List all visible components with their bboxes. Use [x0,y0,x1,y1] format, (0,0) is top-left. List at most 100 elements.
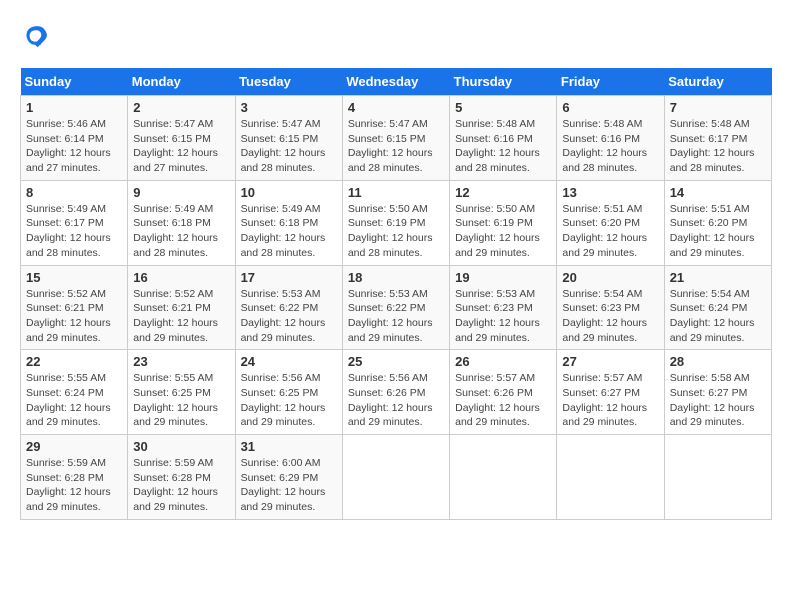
day-number: 12 [455,185,551,200]
day-number: 7 [670,100,766,115]
calendar-cell [664,435,771,520]
day-number: 24 [241,354,337,369]
day-number: 14 [670,185,766,200]
day-detail: Sunrise: 5:56 AMSunset: 6:25 PMDaylight:… [241,372,326,428]
day-detail: Sunrise: 5:52 AMSunset: 6:21 PMDaylight:… [133,288,218,344]
calendar-cell: 6 Sunrise: 5:48 AMSunset: 6:16 PMDayligh… [557,96,664,181]
calendar-cell: 7 Sunrise: 5:48 AMSunset: 6:17 PMDayligh… [664,96,771,181]
day-detail: Sunrise: 5:59 AMSunset: 6:28 PMDaylight:… [133,457,218,513]
calendar-cell: 16 Sunrise: 5:52 AMSunset: 6:21 PMDaylig… [128,265,235,350]
page-header [20,20,772,52]
calendar-cell: 10 Sunrise: 5:49 AMSunset: 6:18 PMDaylig… [235,180,342,265]
day-detail: Sunrise: 5:54 AMSunset: 6:24 PMDaylight:… [670,288,755,344]
day-detail: Sunrise: 5:48 AMSunset: 6:17 PMDaylight:… [670,118,755,174]
calendar-cell: 23 Sunrise: 5:55 AMSunset: 6:25 PMDaylig… [128,350,235,435]
day-detail: Sunrise: 5:47 AMSunset: 6:15 PMDaylight:… [133,118,218,174]
calendar-header-row: SundayMondayTuesdayWednesdayThursdayFrid… [21,68,772,96]
calendar-week-row: 8 Sunrise: 5:49 AMSunset: 6:17 PMDayligh… [21,180,772,265]
calendar-cell: 2 Sunrise: 5:47 AMSunset: 6:15 PMDayligh… [128,96,235,181]
day-number: 11 [348,185,444,200]
day-detail: Sunrise: 5:48 AMSunset: 6:16 PMDaylight:… [455,118,540,174]
day-detail: Sunrise: 5:49 AMSunset: 6:18 PMDaylight:… [241,203,326,259]
calendar-cell: 9 Sunrise: 5:49 AMSunset: 6:18 PMDayligh… [128,180,235,265]
day-detail: Sunrise: 5:51 AMSunset: 6:20 PMDaylight:… [562,203,647,259]
day-detail: Sunrise: 5:59 AMSunset: 6:28 PMDaylight:… [26,457,111,513]
calendar-cell: 28 Sunrise: 5:58 AMSunset: 6:27 PMDaylig… [664,350,771,435]
day-number: 3 [241,100,337,115]
calendar-table: SundayMondayTuesdayWednesdayThursdayFrid… [20,68,772,520]
calendar-week-row: 1 Sunrise: 5:46 AMSunset: 6:14 PMDayligh… [21,96,772,181]
calendar-cell: 12 Sunrise: 5:50 AMSunset: 6:19 PMDaylig… [450,180,557,265]
day-number: 30 [133,439,229,454]
calendar-cell: 27 Sunrise: 5:57 AMSunset: 6:27 PMDaylig… [557,350,664,435]
calendar-cell: 1 Sunrise: 5:46 AMSunset: 6:14 PMDayligh… [21,96,128,181]
calendar-cell: 18 Sunrise: 5:53 AMSunset: 6:22 PMDaylig… [342,265,449,350]
day-number: 25 [348,354,444,369]
calendar-cell: 25 Sunrise: 5:56 AMSunset: 6:26 PMDaylig… [342,350,449,435]
calendar-header-friday: Friday [557,68,664,96]
day-number: 4 [348,100,444,115]
calendar-cell: 5 Sunrise: 5:48 AMSunset: 6:16 PMDayligh… [450,96,557,181]
day-detail: Sunrise: 6:00 AMSunset: 6:29 PMDaylight:… [241,457,326,513]
day-detail: Sunrise: 5:50 AMSunset: 6:19 PMDaylight:… [455,203,540,259]
day-number: 29 [26,439,122,454]
day-number: 26 [455,354,551,369]
day-detail: Sunrise: 5:53 AMSunset: 6:23 PMDaylight:… [455,288,540,344]
day-number: 22 [26,354,122,369]
day-detail: Sunrise: 5:46 AMSunset: 6:14 PMDaylight:… [26,118,111,174]
calendar-header-tuesday: Tuesday [235,68,342,96]
day-number: 28 [670,354,766,369]
calendar-cell: 11 Sunrise: 5:50 AMSunset: 6:19 PMDaylig… [342,180,449,265]
day-number: 1 [26,100,122,115]
calendar-cell: 13 Sunrise: 5:51 AMSunset: 6:20 PMDaylig… [557,180,664,265]
day-number: 15 [26,270,122,285]
day-detail: Sunrise: 5:54 AMSunset: 6:23 PMDaylight:… [562,288,647,344]
calendar-cell: 8 Sunrise: 5:49 AMSunset: 6:17 PMDayligh… [21,180,128,265]
day-detail: Sunrise: 5:48 AMSunset: 6:16 PMDaylight:… [562,118,647,174]
day-number: 10 [241,185,337,200]
calendar-header-wednesday: Wednesday [342,68,449,96]
day-number: 6 [562,100,658,115]
calendar-cell: 20 Sunrise: 5:54 AMSunset: 6:23 PMDaylig… [557,265,664,350]
day-number: 2 [133,100,229,115]
day-number: 8 [26,185,122,200]
day-detail: Sunrise: 5:53 AMSunset: 6:22 PMDaylight:… [241,288,326,344]
calendar-header-saturday: Saturday [664,68,771,96]
calendar-cell: 3 Sunrise: 5:47 AMSunset: 6:15 PMDayligh… [235,96,342,181]
calendar-cell: 15 Sunrise: 5:52 AMSunset: 6:21 PMDaylig… [21,265,128,350]
calendar-header-monday: Monday [128,68,235,96]
day-number: 19 [455,270,551,285]
day-number: 9 [133,185,229,200]
calendar-week-row: 15 Sunrise: 5:52 AMSunset: 6:21 PMDaylig… [21,265,772,350]
day-number: 17 [241,270,337,285]
day-detail: Sunrise: 5:51 AMSunset: 6:20 PMDaylight:… [670,203,755,259]
calendar-cell: 29 Sunrise: 5:59 AMSunset: 6:28 PMDaylig… [21,435,128,520]
day-detail: Sunrise: 5:47 AMSunset: 6:15 PMDaylight:… [241,118,326,174]
calendar-cell: 19 Sunrise: 5:53 AMSunset: 6:23 PMDaylig… [450,265,557,350]
calendar-cell [450,435,557,520]
day-number: 13 [562,185,658,200]
calendar-week-row: 29 Sunrise: 5:59 AMSunset: 6:28 PMDaylig… [21,435,772,520]
calendar-cell: 22 Sunrise: 5:55 AMSunset: 6:24 PMDaylig… [21,350,128,435]
day-detail: Sunrise: 5:49 AMSunset: 6:18 PMDaylight:… [133,203,218,259]
day-number: 27 [562,354,658,369]
logo [20,20,56,52]
day-detail: Sunrise: 5:55 AMSunset: 6:24 PMDaylight:… [26,372,111,428]
day-number: 5 [455,100,551,115]
day-detail: Sunrise: 5:53 AMSunset: 6:22 PMDaylight:… [348,288,433,344]
calendar-cell: 31 Sunrise: 6:00 AMSunset: 6:29 PMDaylig… [235,435,342,520]
calendar-cell: 30 Sunrise: 5:59 AMSunset: 6:28 PMDaylig… [128,435,235,520]
day-detail: Sunrise: 5:50 AMSunset: 6:19 PMDaylight:… [348,203,433,259]
day-detail: Sunrise: 5:57 AMSunset: 6:26 PMDaylight:… [455,372,540,428]
calendar-header-sunday: Sunday [21,68,128,96]
day-detail: Sunrise: 5:55 AMSunset: 6:25 PMDaylight:… [133,372,218,428]
day-detail: Sunrise: 5:49 AMSunset: 6:17 PMDaylight:… [26,203,111,259]
calendar-cell: 14 Sunrise: 5:51 AMSunset: 6:20 PMDaylig… [664,180,771,265]
day-number: 18 [348,270,444,285]
day-number: 20 [562,270,658,285]
day-number: 31 [241,439,337,454]
day-number: 23 [133,354,229,369]
day-detail: Sunrise: 5:58 AMSunset: 6:27 PMDaylight:… [670,372,755,428]
day-detail: Sunrise: 5:47 AMSunset: 6:15 PMDaylight:… [348,118,433,174]
calendar-cell: 24 Sunrise: 5:56 AMSunset: 6:25 PMDaylig… [235,350,342,435]
